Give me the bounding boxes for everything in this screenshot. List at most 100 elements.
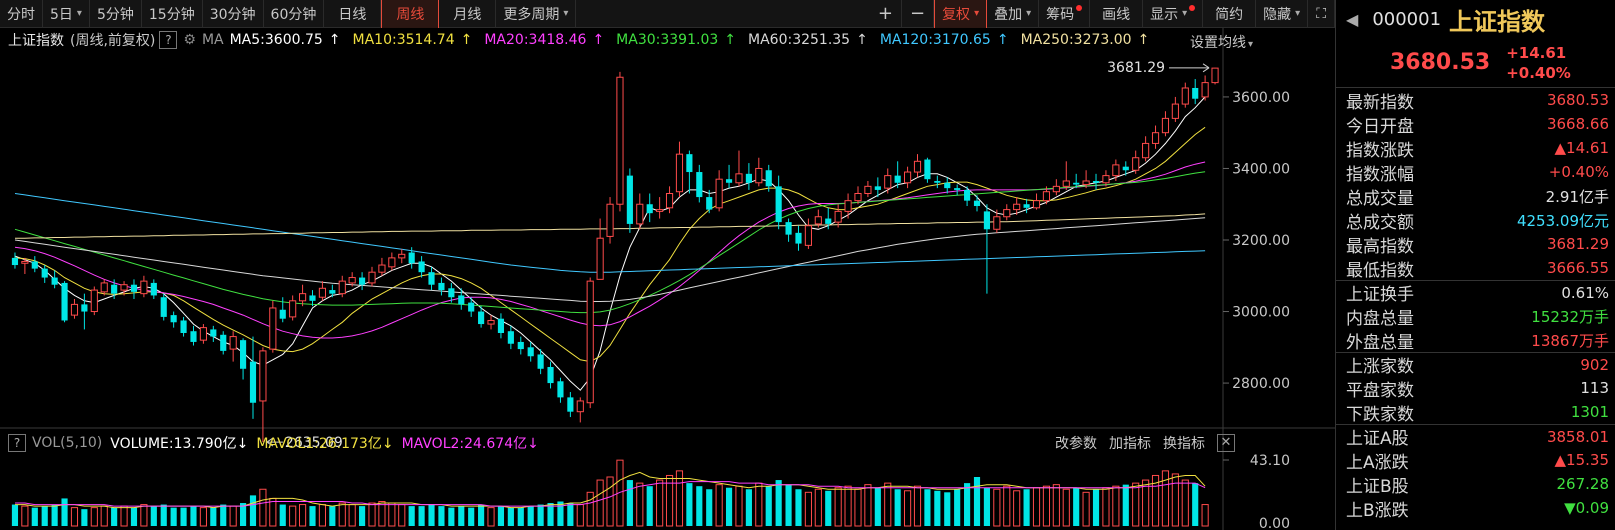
zoom-out-button[interactable]: − xyxy=(902,0,935,28)
tab-more-periods[interactable]: 更多周期 ▾ xyxy=(496,0,577,28)
quote-row-label: 指数涨幅 xyxy=(1346,164,1414,185)
volume-bar-down xyxy=(626,480,633,526)
volume-bar-up xyxy=(120,505,128,527)
tab-label: 分时 xyxy=(7,6,35,23)
price-tick-label: 3200.00 xyxy=(1232,233,1290,249)
change-percent: +0.40% xyxy=(1506,63,1571,82)
volume-bar-down xyxy=(785,484,792,526)
down-arrow-icon: ↓ xyxy=(381,436,394,452)
ma-text: MA20:3418.46 xyxy=(484,32,587,48)
volume-bar-down xyxy=(448,507,455,526)
candle-body-up xyxy=(1003,209,1011,218)
tab-monthly[interactable]: 月线 xyxy=(439,0,497,28)
volume-bar-up xyxy=(318,504,326,527)
volume-bar-down xyxy=(944,492,951,526)
candle-body-up xyxy=(834,210,842,223)
change-params-button[interactable]: 改参数 xyxy=(1055,433,1097,453)
chart-area[interactable]: 2800.00 3000.00 3200.00 3400.00 3600.00 3681.… xyxy=(0,28,1335,530)
zoom-in-button[interactable]: + xyxy=(870,0,902,28)
ma120-value: MA120:3170.65 ↑ xyxy=(880,32,1015,48)
volume-bar-down xyxy=(249,495,257,526)
tab-5min[interactable]: 5分钟 xyxy=(90,0,142,28)
draw-line-button[interactable]: 画线 xyxy=(1090,0,1144,28)
volume-bar-up xyxy=(656,479,664,527)
volume-bar-down xyxy=(329,506,336,526)
quote-row-value: 1301 xyxy=(1570,403,1609,421)
candle-body-down xyxy=(418,261,425,273)
kline-chart[interactable]: 2800.00 3000.00 3200.00 3400.00 3600.00 3681.… xyxy=(0,28,1335,530)
candle-body-up xyxy=(487,319,495,325)
simple-mode-button[interactable]: 简约 xyxy=(1203,0,1257,28)
candle-body-down xyxy=(359,277,366,285)
quote-row-label: 平盘家数 xyxy=(1346,380,1414,401)
quote-row: 上涨家数 902 xyxy=(1336,352,1615,377)
candle-body-up xyxy=(656,209,664,212)
tab-30min[interactable]: 30分钟 xyxy=(203,0,264,28)
volume-bar-down xyxy=(180,507,187,526)
overlay-button[interactable]: 叠加 ▾ xyxy=(987,0,1040,28)
notification-dot-icon xyxy=(1076,4,1083,11)
candle-body-down xyxy=(696,172,703,198)
candle-body-up xyxy=(398,253,406,259)
candle-body-down xyxy=(924,159,931,180)
quote-row-value: 3680.53 xyxy=(1546,91,1609,109)
candle-body-down xyxy=(765,170,772,187)
switch-indicator-button[interactable]: 换指标 xyxy=(1163,433,1205,453)
hide-label: 隐藏 xyxy=(1263,6,1292,23)
quote-row-label: 今日开盘 xyxy=(1346,116,1414,137)
rights-adjust-button[interactable]: 复权 ▾ xyxy=(934,0,988,28)
candle-body-down xyxy=(795,232,802,244)
candle-body-down xyxy=(527,347,534,357)
candle-body-down xyxy=(725,179,733,183)
volume-bar-down xyxy=(1092,489,1100,526)
tab-60min[interactable]: 60分钟 xyxy=(264,0,325,28)
volume-bar-down xyxy=(527,506,534,526)
prev-stock-icon[interactable]: ◀ xyxy=(1346,10,1358,29)
price-tick-label: 3000.00 xyxy=(1232,305,1290,321)
candle-body-up xyxy=(1211,67,1219,84)
volume-bar-down xyxy=(765,486,772,526)
volume-bar-down xyxy=(51,504,58,526)
candle-body-up xyxy=(1142,142,1150,159)
help-icon[interactable]: ? xyxy=(159,31,178,49)
display-button[interactable]: 显示 ▾ xyxy=(1143,0,1204,28)
quote-row: 上证A股 3858.01 xyxy=(1336,424,1615,449)
vol-tick-label: 43.10 xyxy=(1250,453,1290,469)
caret-down-icon: ▾ xyxy=(974,8,980,19)
fullscreen-button[interactable]: ⛶ xyxy=(1308,0,1335,28)
volume-bar-down xyxy=(537,504,544,526)
quote-row: 平盘家数 113 xyxy=(1336,376,1615,401)
candle-body-down xyxy=(626,175,633,224)
gear-icon[interactable]: ⚙ xyxy=(183,32,196,48)
volume-bar-up xyxy=(348,504,356,527)
candle-body-up xyxy=(1112,164,1120,177)
candle-body-up xyxy=(90,289,98,313)
chips-button[interactable]: 筹码 xyxy=(1039,0,1091,28)
help-icon[interactable]: ? xyxy=(8,434,26,452)
stock-name: 上证指数 xyxy=(1449,7,1546,36)
draw-label: 画线 xyxy=(1102,6,1131,23)
volume-bar-down xyxy=(438,506,445,526)
vol-label: VOL(5,10) xyxy=(32,435,103,451)
candle-body-down xyxy=(934,180,941,183)
tab-weekly[interactable]: 周线 xyxy=(381,0,440,28)
volume-bar-down xyxy=(983,487,991,526)
down-arrow-icon: ↓ xyxy=(527,436,539,452)
close-icon[interactable]: ✕ xyxy=(1217,434,1235,452)
tab-5day[interactable]: 5日 ▾ xyxy=(43,0,90,28)
ma-settings-button[interactable]: 设置均线 ▾ xyxy=(1190,32,1253,52)
hide-button[interactable]: 隐藏 ▾ xyxy=(1256,0,1309,28)
candle-body-up xyxy=(299,293,307,302)
tab-label: 15分钟 xyxy=(148,6,195,23)
quote-row-label: 上涨家数 xyxy=(1346,357,1414,377)
candle-body-down xyxy=(825,218,832,224)
tab-15min[interactable]: 15分钟 xyxy=(142,0,203,28)
volume-bar-down xyxy=(150,506,157,526)
quote-row: 上证B股 267.28 xyxy=(1336,472,1615,497)
add-indicator-button[interactable]: 加指标 xyxy=(1109,433,1151,453)
volume-bar-up xyxy=(715,484,723,527)
tab-daily[interactable]: 日线 xyxy=(324,0,382,28)
candle-body-up xyxy=(1042,191,1051,202)
tab-fenshi[interactable]: 分时 xyxy=(0,0,43,28)
candle-body-up xyxy=(804,225,812,246)
